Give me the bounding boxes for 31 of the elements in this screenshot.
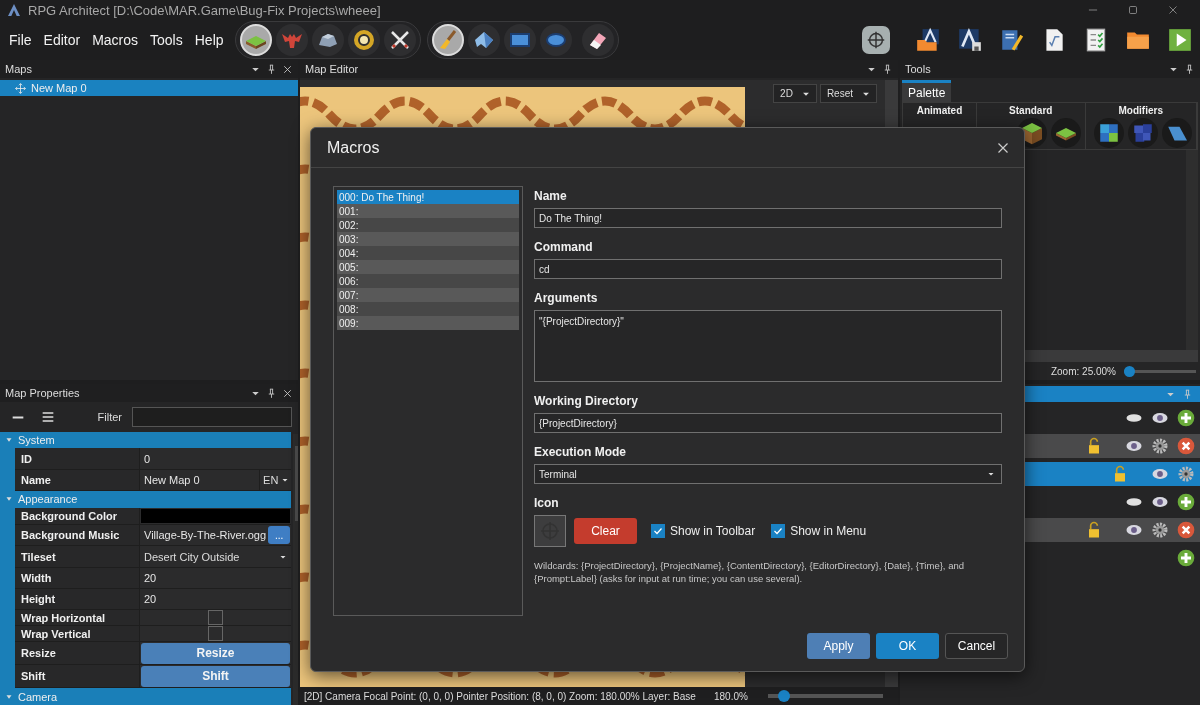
field-label: Command <box>534 240 594 254</box>
panel-title: Maps <box>5 63 33 75</box>
field-label: Name <box>534 189 568 203</box>
property-label: Shift <box>15 665 140 688</box>
property-label: Background Music <box>15 525 140 546</box>
property-label: Wrap Horizontal <box>15 610 140 626</box>
filter-label: Filter <box>97 411 122 423</box>
category-heading: Animated <box>916 105 963 116</box>
category-heading: Modifiers <box>1118 105 1163 116</box>
panel-title: Map Properties <box>5 387 81 399</box>
field-label: Arguments <box>534 291 599 305</box>
property-label: Name <box>15 469 140 491</box>
dialog-title: Macros <box>327 138 380 157</box>
zoom-reading: 180.0% <box>714 690 748 702</box>
help-text: Wildcards: {ProjectDirectory}, {ProjectName}, {ContentDirectory}, {EditorDirectory}, {Date}, {Time}, and {Prompt:Label} (asks for input at run time; you can use several). <box>534 559 965 585</box>
property-label: Height <box>15 589 140 610</box>
zoom-label: Zoom: 25.00% <box>1050 365 1116 377</box>
status-text: [2D] Camera Focal Point: (0, 0, 0) Pointer Position: (8, 0, 0) Zoom: 180.00% Layer: Base <box>304 690 697 702</box>
field-label: Execution Mode <box>534 445 627 459</box>
property-label: Wrap Vertical <box>15 626 140 642</box>
field-label: Icon <box>534 496 560 510</box>
property-label: Width <box>15 567 140 589</box>
property-label: Tileset <box>15 546 140 567</box>
window-title: RPG Architect [D:\Code\MAR.Game\Bug-Fix Projects\wheee] <box>28 2 381 18</box>
panel-title: Map Editor <box>305 63 360 75</box>
property-label: Resize <box>15 642 140 665</box>
property-label: Background Color <box>15 507 140 525</box>
panel-title: Tools <box>905 63 932 75</box>
category-heading: Standard <box>1009 105 1053 116</box>
field-label: Working Directory <box>534 394 639 408</box>
property-label: ID <box>15 448 140 469</box>
